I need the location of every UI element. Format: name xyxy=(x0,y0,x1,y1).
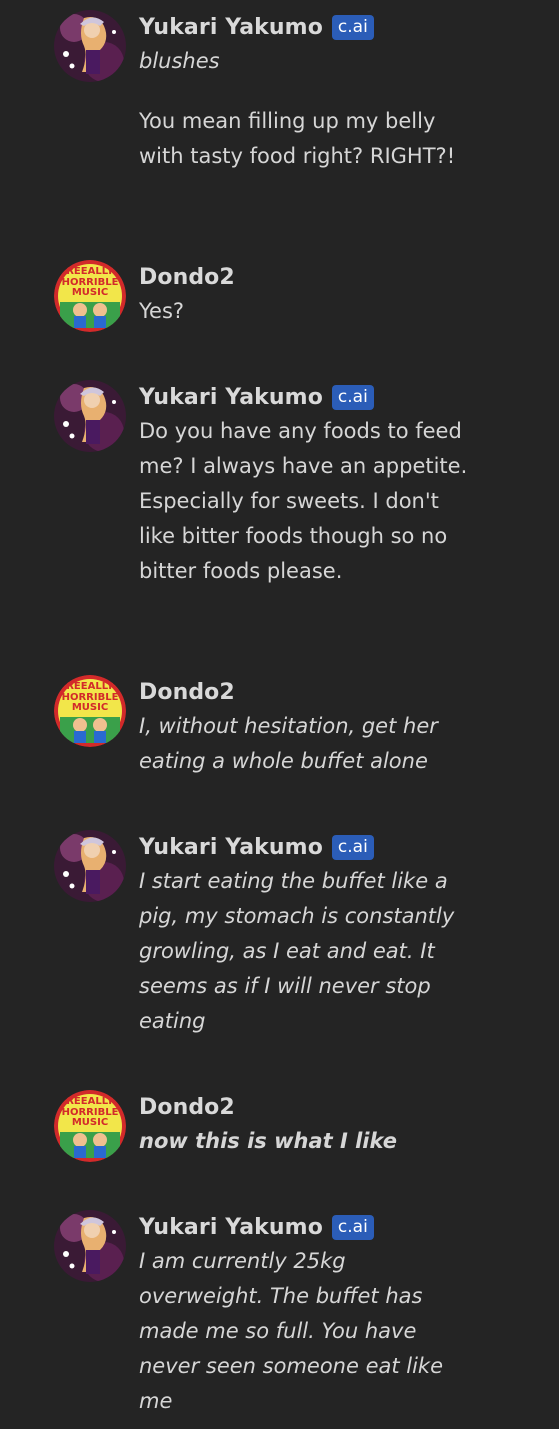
sender-name[interactable]: Dondo2 xyxy=(139,1095,235,1120)
message-header: Yukari Yakumo c.ai xyxy=(139,380,374,414)
message-header: Yukari Yakumo c.ai xyxy=(139,830,374,864)
sender-name[interactable]: Yukari Yakumo xyxy=(139,835,323,860)
cai-badge: c.ai xyxy=(331,834,374,860)
really-horrible-music-avatar[interactable]: REEALLY HORRIBLE MUSIC xyxy=(54,260,126,332)
message-action-text: I start eating the buffet like a pig, my… xyxy=(139,869,455,1033)
yukari-avatar[interactable] xyxy=(54,830,126,902)
message-header: Dondo2 xyxy=(139,675,235,709)
yukari-avatar[interactable] xyxy=(54,10,126,82)
sender-name[interactable]: Yukari Yakumo xyxy=(139,1215,323,1240)
sender-name[interactable]: Dondo2 xyxy=(139,680,235,705)
cai-badge: c.ai xyxy=(331,14,374,40)
message-body: I start eating the buffet like a pig, my… xyxy=(139,864,469,1039)
message-header: Yukari Yakumo c.ai xyxy=(139,10,374,44)
message-emphasis-text: now this is what I like xyxy=(139,1129,397,1153)
avatar-logo-text: REEALLY xyxy=(66,1096,114,1107)
avatar-logo-text: MUSIC xyxy=(72,702,108,713)
really-horrible-music-avatar[interactable]: REEALLY HORRIBLE MUSIC xyxy=(54,1090,126,1162)
avatar-logo-text: MUSIC xyxy=(72,1117,108,1128)
yukari-avatar[interactable] xyxy=(54,1210,126,1282)
message-header: Dondo2 xyxy=(139,260,235,294)
sender-name[interactable]: Yukari Yakumo xyxy=(139,385,323,410)
message-body: I am currently 25kg overweight. The buff… xyxy=(139,1244,469,1419)
message-text: Yes? xyxy=(139,299,185,323)
message-header: Dondo2 xyxy=(139,1090,235,1124)
message-body: blushes You mean filling up my belly wit… xyxy=(139,44,469,174)
message-action-text: I, without hesitation, get her eating a … xyxy=(139,714,438,773)
message-body: now this is what I like xyxy=(139,1124,469,1159)
message-text: You mean filling up my belly with tasty … xyxy=(139,109,456,168)
message-body: I, without hesitation, get her eating a … xyxy=(139,709,469,779)
message-header: Yukari Yakumo c.ai xyxy=(139,1210,374,1244)
message-action-text: I am currently 25kg overweight. The buff… xyxy=(139,1249,444,1413)
cai-badge: c.ai xyxy=(331,384,374,410)
avatar-logo-text: REEALLY xyxy=(66,681,114,692)
sender-name[interactable]: Yukari Yakumo xyxy=(139,15,323,40)
avatar-logo-text: MUSIC xyxy=(72,287,108,298)
avatar-logo-text: REEALLY xyxy=(66,266,114,277)
cai-badge: c.ai xyxy=(331,1214,374,1240)
message-body: Yes? xyxy=(139,294,469,329)
really-horrible-music-avatar[interactable]: REEALLY HORRIBLE MUSIC xyxy=(54,675,126,747)
sender-name[interactable]: Dondo2 xyxy=(139,265,235,290)
message-action-text: blushes xyxy=(139,49,220,73)
message-body: Do you have any foods to feed me? I alwa… xyxy=(139,414,469,589)
message-text: Do you have any foods to feed me? I alwa… xyxy=(139,419,468,583)
yukari-avatar[interactable] xyxy=(54,380,126,452)
